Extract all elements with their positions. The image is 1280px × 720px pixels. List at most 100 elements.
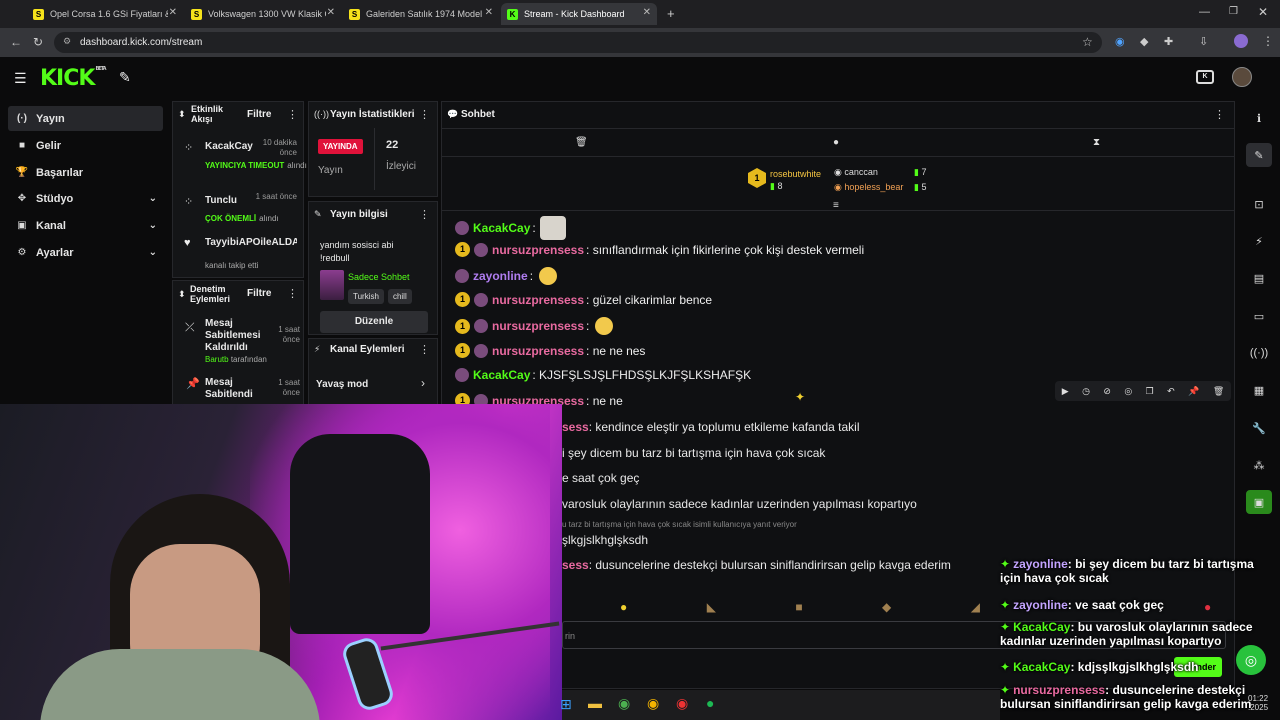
chat-username[interactable]: nursuzprensess: [492, 243, 584, 257]
chat-message[interactable]: 1 nursuzprensess: sınıflandırmak için fik…: [455, 242, 864, 257]
mute-icon[interactable]: ⊘: [1103, 386, 1111, 397]
browser-tab[interactable]: K Stream - Kick Dashboard ✕: [501, 3, 657, 25]
address-input[interactable]: dashboard.kick.com/stream: [54, 32, 1102, 53]
emote[interactable]: ■: [795, 600, 802, 614]
new-tab-button[interactable]: +: [667, 6, 675, 21]
nav-item-3[interactable]: ✥ Stüdyo ⌄: [8, 186, 163, 211]
chat-username[interactable]: nursuzprensess: [492, 319, 584, 333]
app-icon[interactable]: ▣: [1246, 490, 1272, 514]
emote[interactable]: ●: [620, 600, 627, 614]
chat-username[interactable]: KacakCay: [473, 221, 530, 235]
clipboard-icon[interactable]: ▤: [1246, 266, 1272, 290]
clock-icon[interactable]: ◷: [1082, 386, 1090, 397]
browser-tab[interactable]: S Opel Corsa 1.6 GSi Fiyatları & M ✕: [27, 3, 183, 25]
eye-icon[interactable]: ◎: [1124, 386, 1132, 397]
puzzle-icon[interactable]: ✚: [1164, 35, 1173, 48]
browser-tab[interactable]: S Galeriden Satılık 1974 Model K ✕: [343, 3, 499, 25]
support-headset-icon[interactable]: ◎: [1236, 645, 1266, 675]
tab-close-icon[interactable]: ✕: [643, 7, 651, 18]
moderation-more-icon[interactable]: ⋮: [287, 287, 298, 300]
chat-more-icon[interactable]: ⋮: [1214, 108, 1225, 121]
lightning-icon[interactable]: ⚡: [1246, 229, 1272, 253]
chrome-icon[interactable]: ◉: [618, 695, 630, 712]
chevron-down-icon[interactable]: ⌄: [149, 193, 157, 204]
delete-icon[interactable]: 🗑: [1213, 386, 1224, 397]
collapse-icon[interactable]: ⬍: [178, 289, 186, 300]
top-gifter-name[interactable]: ◉ canccan: [834, 167, 878, 178]
nodes-icon[interactable]: ⁂: [1246, 453, 1272, 477]
nav-item-2[interactable]: 🏆 Başarılar: [8, 160, 163, 185]
extension-icon[interactable]: ◉: [1115, 35, 1125, 48]
hourglass-icon[interactable]: ⧗: [1093, 137, 1100, 148]
download-icon[interactable]: ⇩: [1199, 35, 1208, 48]
window-close-button[interactable]: ✕: [1258, 5, 1268, 19]
bookmark-star-icon[interactable]: ☆: [1082, 35, 1093, 49]
chat-username[interactable]: zayonline: [473, 269, 528, 283]
browser-tab[interactable]: S Volkswagen 1300 VW Klasik Ot ✕: [185, 3, 341, 25]
chevron-down-icon[interactable]: ⌄: [149, 220, 157, 231]
back-icon[interactable]: ←: [10, 35, 22, 49]
minimize-button[interactable]: —: [1199, 6, 1210, 18]
tab-close-icon[interactable]: ✕: [169, 7, 177, 18]
layout-icon[interactable]: ▦: [1246, 378, 1272, 402]
chevron-down-icon[interactable]: ⌄: [149, 247, 157, 258]
chat-message[interactable]: 1 nursuzprensess: ne ne nes: [455, 343, 645, 358]
chat-message[interactable]: 1 nursuzprensess: güzel cikarimlar bence: [455, 292, 712, 307]
chat-message[interactable]: zayonline:: [455, 267, 558, 285]
chat-message[interactable]: 1 nursuzprensess:: [455, 317, 614, 335]
app-icon[interactable]: ◉: [676, 695, 688, 712]
restore-button[interactable]: ❐: [1229, 6, 1238, 17]
kick-studio-icon[interactable]: K: [1196, 70, 1214, 84]
chat-icon[interactable]: ●: [833, 137, 839, 148]
tools-icon[interactable]: ✎: [119, 69, 131, 86]
info-more-icon[interactable]: ⋮: [419, 208, 430, 221]
site-info-icon[interactable]: ⚙: [63, 36, 71, 47]
chat-username[interactable]: KacakCay: [473, 368, 530, 382]
slow-mode-label[interactable]: Yavaş mod: [316, 379, 368, 390]
wrench-icon[interactable]: 🔧: [1246, 416, 1272, 440]
hamburger-menu-icon[interactable]: ☰: [14, 70, 27, 87]
activity-more-icon[interactable]: ⋮: [287, 108, 298, 121]
browser-menu-icon[interactable]: ⋮: [1262, 34, 1274, 48]
emote[interactable]: ◣: [707, 600, 716, 614]
chat-message[interactable]: KacakCay: KJSFŞLSJŞLFHDSŞLKJFŞLKSHAFŞK: [455, 368, 751, 382]
channel-actions-more-icon[interactable]: ⋮: [419, 343, 430, 356]
nav-item-0[interactable]: (·) Yayın: [8, 106, 163, 131]
emote[interactable]: ◆: [882, 600, 891, 614]
reload-icon[interactable]: ↻: [33, 35, 43, 49]
trash-icon[interactable]: 🗑: [575, 137, 588, 148]
tab-close-icon[interactable]: ✕: [485, 7, 493, 18]
spotify-icon[interactable]: ●: [706, 695, 714, 711]
chat-icon[interactable]: ▭: [1246, 304, 1272, 328]
tab-close-icon[interactable]: ✕: [327, 7, 335, 18]
nav-item-1[interactable]: ■ Gelir: [8, 133, 163, 158]
nav-item-5[interactable]: ⚙ Ayarlar ⌄: [8, 240, 163, 265]
moderation-filter-button[interactable]: Filtre: [247, 288, 271, 299]
pin-icon[interactable]: 📌: [1188, 386, 1199, 397]
edit-button[interactable]: Düzenle: [320, 311, 428, 333]
collapse-icon[interactable]: ⬍: [178, 109, 186, 120]
user-avatar[interactable]: [1232, 67, 1252, 87]
pencil-icon[interactable]: ✎: [1246, 143, 1272, 167]
chrome-icon[interactable]: ◉: [647, 695, 659, 712]
category-name[interactable]: Sadece Sohbet: [348, 272, 410, 282]
reply-icon[interactable]: ↶: [1167, 386, 1175, 397]
chat-message[interactable]: KacakCay:: [455, 216, 566, 240]
chevron-right-icon[interactable]: ›: [421, 376, 425, 390]
info-icon[interactable]: ℹ: [1246, 106, 1272, 130]
focus-icon[interactable]: ⊡: [1246, 192, 1272, 216]
kick-logo[interactable]: KICKBETA: [40, 66, 107, 91]
nav-item-4[interactable]: ▣ Kanal ⌄: [8, 213, 163, 238]
windows-start-icon[interactable]: ⊞: [560, 696, 572, 713]
chat-username[interactable]: nursuzprensess: [492, 344, 584, 358]
chat-username[interactable]: nursuzprensess: [492, 293, 584, 307]
copy-icon[interactable]: ❐: [1146, 386, 1154, 397]
file-explorer-icon[interactable]: ▬: [588, 695, 602, 711]
top-gifter-name[interactable]: ◉ hopeless_bear: [834, 182, 903, 193]
broadcast-icon[interactable]: ((·)): [1246, 341, 1272, 365]
play-icon[interactable]: ▶: [1062, 386, 1069, 397]
activity-user[interactable]: TayyibiAPOileALDATI: [205, 237, 297, 248]
top-gifter-name[interactable]: rosebutwhite: [770, 169, 821, 179]
extension-icon[interactable]: ◆: [1140, 35, 1148, 48]
profile-avatar[interactable]: [1234, 34, 1248, 48]
